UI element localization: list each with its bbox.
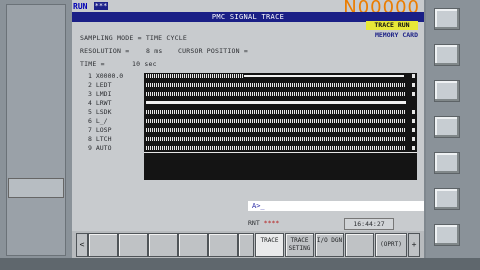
- cnc-screen: RUN *** N00000 PMC SIGNAL TRACE TRACE RU…: [72, 0, 424, 258]
- cursor-position-label: CURSOR POSITION =: [178, 47, 248, 55]
- softkey-trace[interactable]: TRACE: [255, 233, 284, 257]
- softkey-oprt[interactable]: (OPRT): [375, 233, 407, 257]
- side-button-6[interactable]: [434, 188, 460, 210]
- softkey-left-arrow[interactable]: <: [76, 233, 88, 257]
- status-clock: 16:44:27: [344, 218, 394, 230]
- side-button-7[interactable]: [434, 224, 460, 246]
- memory-card-label: MEMORY CARD: [374, 31, 418, 39]
- softkey-blank-1[interactable]: [88, 233, 118, 257]
- side-button-4[interactable]: [434, 116, 460, 138]
- side-button-3[interactable]: [434, 80, 460, 102]
- softkey-right-arrow[interactable]: +: [408, 233, 420, 257]
- trace-scroll-mark: [412, 110, 415, 114]
- signal-label: 2 LEDT: [88, 81, 112, 89]
- trace-scroll-mark: [412, 83, 415, 87]
- trace-scroll-mark: [412, 119, 415, 123]
- trace-scroll-mark: [412, 137, 415, 141]
- softkey-io-dgn[interactable]: I/O DGN: [315, 233, 344, 257]
- status-mode-text: RNT: [248, 219, 260, 227]
- run-mode-label: RUN: [73, 2, 88, 11]
- status-bar: RNT **** 16:44:27: [72, 218, 424, 230]
- signal-label: 3 LMDI: [88, 90, 112, 98]
- signal-label: 8 LTCH: [88, 135, 112, 143]
- trace-waveform-area[interactable]: [144, 73, 417, 180]
- side-button-5[interactable]: [434, 152, 460, 174]
- trace-row-high: [146, 101, 406, 104]
- softkey-io-dgn-label: I/O DGN: [316, 237, 343, 244]
- run-star-badge: ***: [94, 2, 108, 10]
- signal-label: 7 LOSP: [88, 126, 112, 134]
- softkey-blank-4[interactable]: [178, 233, 208, 257]
- resolution-value: 8 ms: [146, 47, 163, 55]
- signal-label: 9 AUTO: [88, 144, 112, 152]
- time-value: 10 sec: [132, 60, 157, 68]
- signal-label: 5 LSDK: [88, 108, 112, 116]
- time-label: TIME =: [80, 60, 105, 68]
- trace-row: [146, 146, 406, 150]
- trace-scroll-mark: [412, 92, 415, 96]
- trace-scroll-mark: [412, 74, 415, 78]
- trace-scroll-mark: [412, 146, 415, 150]
- trace-row-high: [244, 75, 404, 77]
- signal-label: 4 LRWT: [88, 99, 112, 107]
- signal-label: 1 X0000.0: [88, 72, 124, 80]
- softkey-trace-setting[interactable]: TRACE SETING: [285, 233, 314, 257]
- trace-row: [146, 137, 406, 141]
- status-mode: RNT ****: [248, 219, 279, 227]
- status-alarm-stars: ****: [263, 219, 280, 227]
- left-bezel: [0, 0, 72, 270]
- trace-row: [146, 83, 406, 87]
- trace-scroll-mark: [412, 128, 415, 132]
- softkey-blank-6[interactable]: [238, 233, 254, 257]
- trace-row: [146, 92, 406, 96]
- softkey-bar: < TRACE TRACE SETING I/O DGN (OPRT) +: [72, 231, 424, 258]
- trace-status-badge: TRACE RUN: [366, 21, 418, 30]
- softkey-oprt-label: (OPRT): [380, 241, 402, 248]
- bottom-bezel: [0, 258, 480, 270]
- left-panel: [6, 4, 66, 256]
- softkey-trace-label: TRACE: [260, 237, 279, 244]
- side-button-2[interactable]: [434, 44, 460, 66]
- softkey-blank-2[interactable]: [118, 233, 148, 257]
- signal-label: 6 L_/: [88, 117, 108, 125]
- card-slot: [8, 178, 64, 198]
- trace-row: [146, 74, 244, 78]
- trace-divider: [144, 152, 417, 153]
- resolution-label: RESOLUTION =: [80, 47, 130, 55]
- softkey-blank-5[interactable]: [208, 233, 238, 257]
- trace-row: [146, 119, 406, 123]
- command-input[interactable]: A>_: [248, 201, 424, 211]
- trace-row: [146, 128, 406, 132]
- trace-row: [146, 110, 406, 114]
- softkey-blank-3[interactable]: [148, 233, 178, 257]
- side-button-1[interactable]: [434, 8, 460, 30]
- softkey-blank-7[interactable]: [345, 233, 374, 257]
- softkey-trace-setting-label: TRACE SETING: [288, 237, 311, 252]
- sampling-mode-label: SAMPLING MODE = TIME CYCLE: [80, 34, 187, 42]
